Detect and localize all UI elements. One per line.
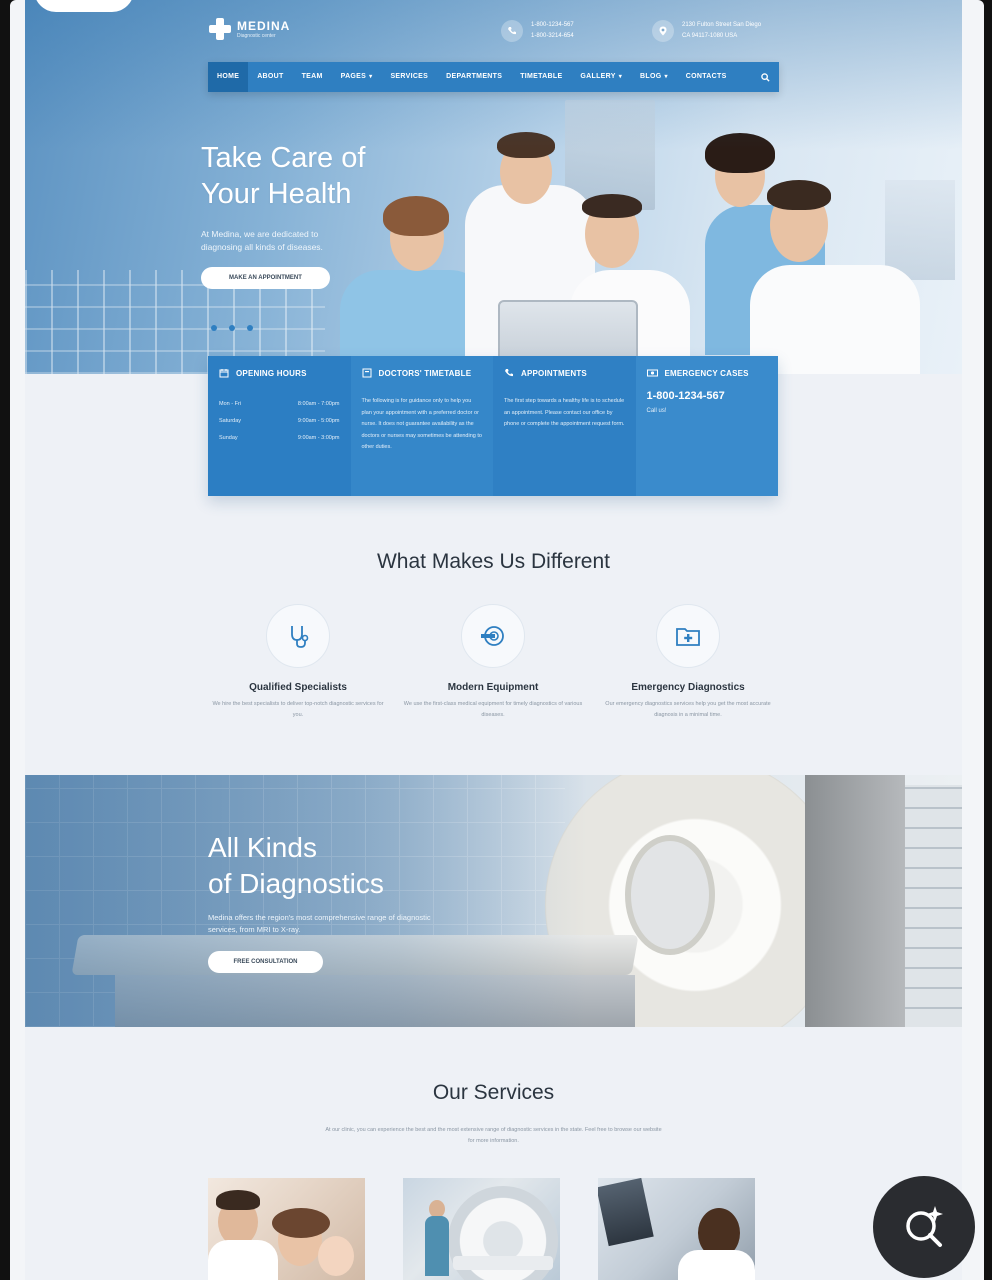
nav-item-timetable[interactable]: TIMETABLE [511,62,571,92]
nav-item-pages[interactable]: PAGES ▾ [332,62,382,92]
diagnostics-subtitle: Medina offers the region's most comprehe… [208,913,431,934]
phone-icon [505,369,513,377]
nav-item-about[interactable]: ABOUT [248,62,292,92]
slider-pagination [211,325,253,331]
opening-hours-title: OPENING HOURS [236,368,307,378]
tab-handle[interactable] [34,0,134,12]
section-title-services: Our Services [432,1081,555,1104]
address-line: 2130 Fulton Street San Diego [682,22,762,28]
emergency-cases-title: EMERGENCY CASES [664,368,749,378]
hours-row: Saturday 9:00am - 5:00pm [219,418,340,424]
slider-dot[interactable] [211,325,217,331]
visual-search-button[interactable] [873,1176,975,1278]
hours-row: Sunday 9:00am - 3:00pm [219,435,340,441]
hero-title: Take Care of Your Health [201,142,366,210]
chevron-down-icon: ▾ [664,74,668,80]
info-boxes: OPENING HOURS Mon - Fri 8:00am - 7:00pm S… [208,356,778,496]
brand-logo[interactable]: MEDINA Diagnostic center [209,18,290,40]
header-phones: 1-800-1234-567 1-800-3214-654 [501,20,574,42]
nav-item-departments[interactable]: DEPARTMENTS [437,62,511,92]
nav-item-home[interactable]: HOME [208,62,249,92]
brand-tagline: Diagnostic center [237,33,276,39]
timetable-icon [362,368,371,378]
scanner-icon [461,604,525,668]
medical-cross-icon [209,18,231,40]
feature-text: Our emergency diagnostics services help … [605,701,771,718]
appointments-title: APPOINTMENTS [521,368,587,378]
service-image-radiology[interactable] [598,1178,755,1280]
feature-qualified-specialists: Qualified Specialists We hire the best s… [208,604,388,721]
service-image-mri[interactable] [403,1178,560,1280]
free-consultation-button[interactable]: FREE CONSULTATION [208,951,323,973]
chevron-down-icon: ▾ [369,74,373,80]
feature-title: Modern Equipment [447,682,539,693]
website-page: MEDINA Diagnostic center 1-800-1234-567 … [25,0,962,1280]
feature-emergency-diagnostics: Emergency Diagnostics Our emergency diag… [598,604,778,721]
location-pin-icon [652,20,674,42]
slider-dot[interactable] [229,325,235,331]
calendar-icon [219,369,229,378]
nav-item-services[interactable]: SERVICES [381,62,437,92]
slider-dot[interactable] [247,325,253,331]
services-description: At our clinic, you can experience the be… [325,1127,662,1144]
phone-number[interactable]: 1-800-1234-567 [531,20,574,31]
hours-row: Mon - Fri 8:00am - 7:00pm [219,401,340,407]
phone-icon [501,20,523,42]
sparkle-search-icon [906,1206,943,1247]
main-navigation: HOME ABOUT TEAM PAGES ▾ SERVICES DEPARTME… [208,62,779,92]
emergency-note: Call us! [646,408,667,414]
feature-text: We use the first-class medical equipment… [403,701,583,718]
hero-subtitle: At Medina, we are dedicated to diagnosin… [201,229,323,252]
brand-name: MEDINA [237,19,291,33]
diagnostics-banner [25,775,962,1027]
hero-section: MEDINA Diagnostic center 1-800-1234-567 … [25,0,962,374]
doctors-timetable-box: DOCTORS' TIMETABLE The following is for … [350,356,493,496]
header-address: 2130 Fulton Street San Diego CA 94117-10… [652,20,761,42]
opening-hours-box: OPENING HOURS Mon - Fri 8:00am - 7:00pm S… [208,356,351,496]
make-appointment-button[interactable]: MAKE AN APPOINTMENT [201,267,330,289]
feature-text: We hire the best specialists to deliver … [212,701,384,718]
nav-item-contacts[interactable]: CONTACTS [677,62,736,92]
ambulance-icon [646,369,658,377]
feature-title: Qualified Specialists [249,682,347,693]
doctors-timetable-text: The following is for guidance only to he… [361,398,482,450]
chevron-down-icon: ▾ [618,74,623,80]
nav-item-blog[interactable]: BLOG ▾ [631,62,677,92]
search-icon[interactable] [751,62,779,92]
doctors-timetable-title: DOCTORS' TIMETABLE [378,368,472,378]
nav-item-team[interactable]: TEAM [293,62,332,92]
emergency-phone[interactable]: 1-800-1234-567 [647,390,768,402]
address-line: CA 94117-1080 USA [682,33,738,39]
stethoscope-icon [266,604,330,668]
service-image-pediatrics[interactable] [208,1178,365,1280]
nav-item-gallery[interactable]: GALLERY ▾ [571,62,631,92]
feature-modern-equipment: Modern Equipment We use the first-class … [403,604,583,721]
diagnostics-title: All Kinds of Diagnostics [208,832,384,899]
medical-folder-icon [656,604,720,668]
appointments-text: The first step towards a healthy life is… [504,398,625,427]
emergency-cases-box: EMERGENCY CASES 1-800-1234-567 Call us! [635,356,778,496]
phone-number[interactable]: 1-800-3214-654 [531,31,574,42]
appointments-box: APPOINTMENTS The first step towards a he… [493,356,636,496]
section-title-different: What Makes Us Different [376,550,611,573]
feature-title: Emergency Diagnostics [631,682,745,693]
browser-frame: MEDINA Diagnostic center 1-800-1234-567 … [10,0,984,1280]
